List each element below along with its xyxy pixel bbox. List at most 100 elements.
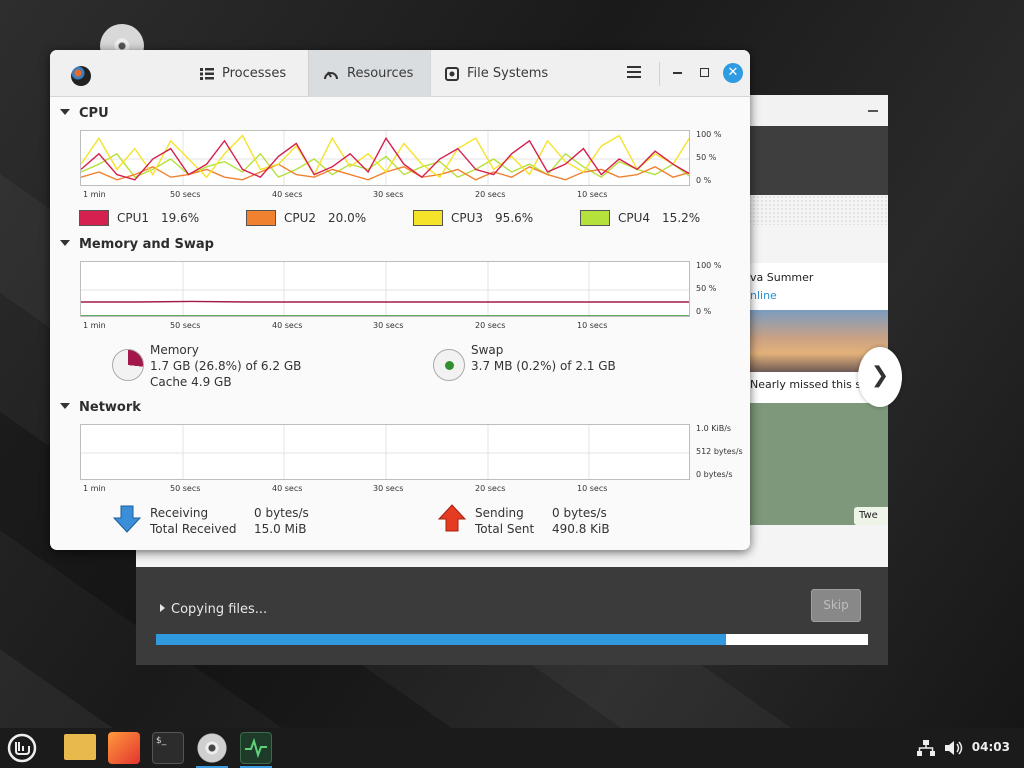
cpu-x-tick: 50 secs: [170, 190, 201, 199]
skip-button[interactable]: Skip: [811, 589, 861, 622]
upload-arrow-icon[interactable]: [437, 503, 467, 533]
cpu1-label: CPU1: [117, 211, 150, 225]
cpu1-legend[interactable]: CPU1 19.6%: [79, 210, 199, 226]
cpu-section-header[interactable]: CPU: [60, 106, 109, 121]
memory-section-title: Memory and Swap: [79, 237, 214, 252]
disk-icon: [445, 66, 459, 81]
network-section-title: Network: [79, 400, 141, 415]
card-caption: Nearly missed this s: [750, 378, 862, 391]
memory-y-tick: 0 %: [696, 307, 712, 316]
collapse-arrow-icon: [60, 240, 70, 246]
receiving-info: Receiving 0 bytes/s Total Received 15.0 Mi…: [150, 505, 309, 537]
cpu3-color-swatch[interactable]: [413, 210, 443, 226]
network-graph-svg: [81, 425, 689, 479]
memory-x-tick: 50 secs: [170, 321, 201, 330]
swap-info: Swap 3.7 MB (0.2%) of 2.1 GB: [471, 342, 616, 374]
memory-x-tick: 20 secs: [475, 321, 506, 330]
network-y-tick: 0 bytes/s: [696, 470, 733, 479]
cpu-y-tick: 100 %: [696, 130, 722, 139]
cpu1-color-swatch[interactable]: [79, 210, 109, 226]
network-x-tick: 1 min: [83, 484, 106, 493]
total-sent-value: 490.8 KiB: [552, 522, 610, 536]
collapse-arrow-icon: [60, 109, 70, 115]
network-x-tick: 20 secs: [475, 484, 506, 493]
card-status: nline: [750, 289, 777, 302]
cpu-x-tick: 40 secs: [272, 190, 303, 199]
memory-cache: Cache 4.9 GB: [150, 375, 232, 389]
system-monitor-app-icon: [71, 66, 91, 86]
maximize-icon[interactable]: [700, 68, 709, 77]
slideshow-next-button[interactable]: ❯: [858, 347, 902, 407]
close-icon[interactable]: ✕: [723, 63, 743, 83]
tab-resources[interactable]: Resources: [308, 50, 431, 97]
folder-icon[interactable]: [64, 734, 96, 760]
swap-pie-icon[interactable]: [433, 349, 465, 381]
cpu-graph: [80, 130, 690, 186]
minimize-icon[interactable]: [673, 72, 682, 74]
tab-file-systems-label: File Systems: [467, 66, 549, 81]
swap-usage: 3.7 MB (0.2%) of 2.1 GB: [471, 359, 616, 373]
network-section-header[interactable]: Network: [60, 400, 141, 415]
tab-processes[interactable]: Processes: [186, 50, 308, 97]
cpu-graph-svg: [81, 131, 689, 185]
installer-status-text: Copying files...: [171, 602, 268, 617]
terminal-icon[interactable]: $_: [152, 732, 184, 764]
swap-label: Swap: [471, 343, 504, 357]
network-x-tick: 30 secs: [373, 484, 404, 493]
system-monitor-icon[interactable]: [240, 732, 272, 764]
tab-resources-label: Resources: [347, 66, 414, 81]
cpu4-legend[interactable]: CPU4 15.2%: [580, 210, 700, 226]
sending-value: 0 bytes/s: [552, 506, 607, 520]
memory-y-tick: 50 %: [696, 284, 717, 293]
collapse-arrow-icon: [60, 403, 70, 409]
cpu-x-tick: 10 secs: [577, 190, 608, 199]
expander-arrow-icon: [160, 604, 165, 612]
network-y-tick: 512 bytes/s: [696, 447, 743, 456]
card-tweet-button: Twe: [854, 507, 888, 525]
card-username: va Summer: [750, 271, 814, 284]
cpu4-value: 15.2%: [662, 211, 701, 225]
network-x-tick: 50 secs: [170, 484, 201, 493]
header-bar: Processes Resources File Systems ✕: [50, 50, 750, 97]
download-arrow-icon[interactable]: [112, 504, 142, 534]
network-icon[interactable]: [917, 740, 935, 756]
cpu3-legend[interactable]: CPU3 95.6%: [413, 210, 533, 226]
memory-y-tick: 100 %: [696, 261, 722, 270]
tab-processes-label: Processes: [222, 66, 287, 81]
clock[interactable]: 04:03: [972, 740, 1010, 754]
memory-graph-svg: [81, 262, 689, 316]
network-x-tick: 10 secs: [577, 484, 608, 493]
swap-pie-dot: [445, 361, 454, 370]
tab-file-systems[interactable]: File Systems: [431, 50, 619, 97]
network-x-tick: 40 secs: [272, 484, 303, 493]
volume-icon[interactable]: [945, 740, 965, 756]
installer-status[interactable]: Copying files...: [160, 602, 267, 617]
network-y-tick: 1.0 KiB/s: [696, 424, 732, 433]
cpu4-label: CPU4: [618, 211, 651, 225]
cpu4-color-swatch[interactable]: [580, 210, 610, 226]
header-separator: [659, 62, 660, 86]
cpu1-value: 19.6%: [161, 211, 200, 225]
network-graph: [80, 424, 690, 480]
cpu2-legend[interactable]: CPU2 20.0%: [246, 210, 366, 226]
list-icon: [200, 67, 214, 80]
memory-section-header[interactable]: Memory and Swap: [60, 237, 214, 252]
installer-disc-icon[interactable]: [196, 732, 228, 764]
hamburger-menu-icon[interactable]: [624, 63, 644, 83]
cpu-x-tick: 30 secs: [373, 190, 404, 199]
gauge-icon: [324, 70, 338, 79]
sending-info: Sending 0 bytes/s Total Sent 490.8 KiB: [475, 505, 610, 537]
memory-info: Memory 1.7 GB (26.8%) of 6.2 GB Cache 4.…: [150, 342, 301, 390]
mint-menu-icon[interactable]: [6, 732, 38, 764]
total-received-value: 15.0 MiB: [254, 522, 307, 536]
cpu-x-tick: 20 secs: [475, 190, 506, 199]
taskbar: $_ 04:03: [0, 728, 1024, 768]
firefox-icon[interactable]: [108, 732, 140, 764]
memory-x-tick: 30 secs: [373, 321, 404, 330]
installer-minimize-icon[interactable]: [868, 110, 878, 112]
cpu2-color-swatch[interactable]: [246, 210, 276, 226]
receiving-label: Receiving: [150, 506, 209, 520]
installer-progress-fill: [156, 634, 726, 645]
memory-x-tick: 40 secs: [272, 321, 303, 330]
memory-pie-icon[interactable]: [112, 349, 144, 381]
